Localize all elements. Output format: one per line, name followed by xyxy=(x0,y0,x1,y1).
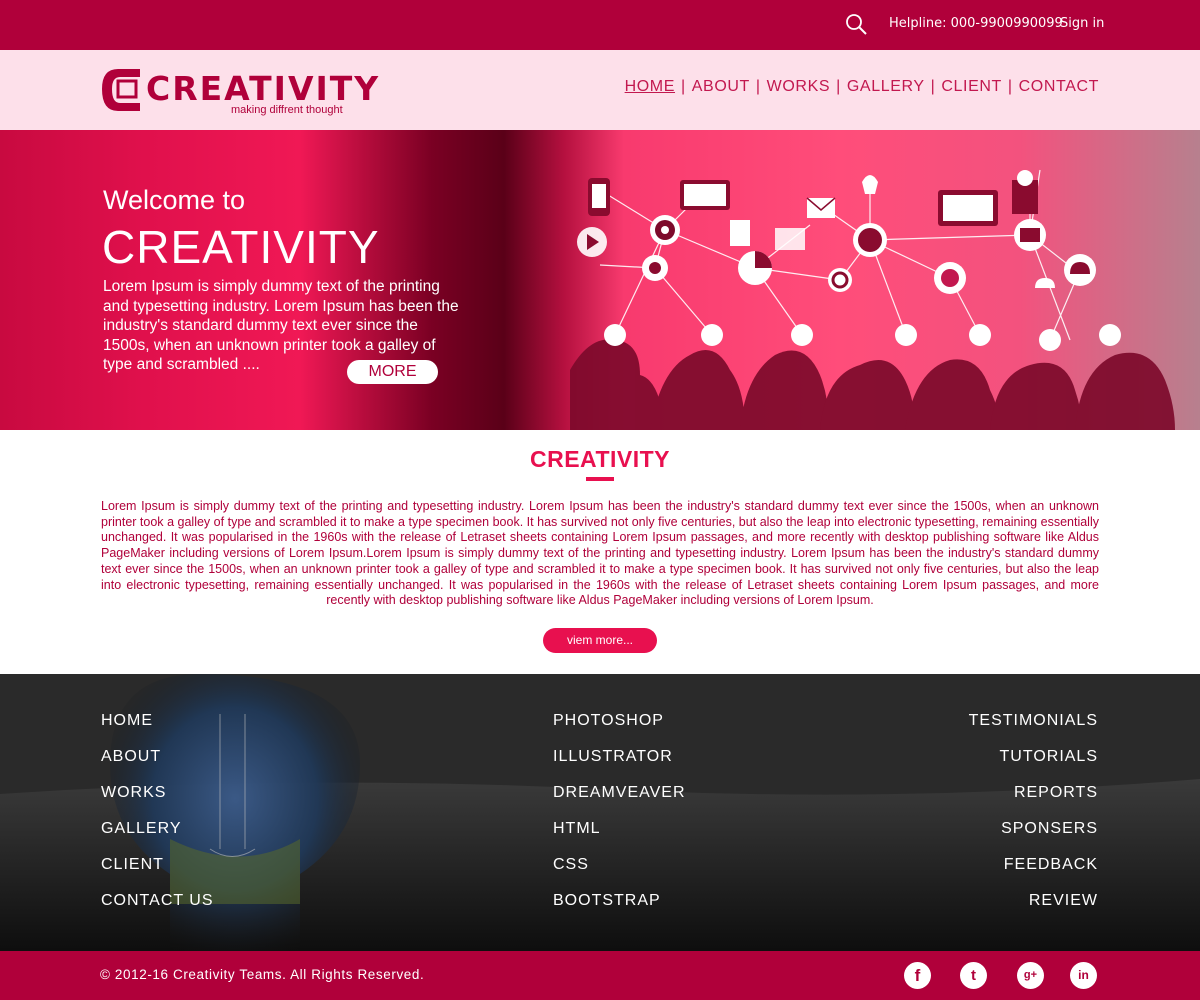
footer-link-dreamweaver[interactable]: DREAMVEAVER xyxy=(553,784,686,820)
facebook-icon[interactable]: f xyxy=(904,962,931,989)
footer-link-gallery[interactable]: GALLERY xyxy=(101,820,214,856)
section-title: CREATIVITY xyxy=(529,446,671,472)
hero-welcome: Welcome to xyxy=(103,185,246,215)
linkedin-glyph: in xyxy=(1078,968,1089,982)
footer-links-section: HOME ABOUT WORKS GALLERY CLIENT CONTACT … xyxy=(0,674,1200,951)
logo-mark-icon xyxy=(102,69,140,111)
nav-separator: | xyxy=(836,78,841,95)
footer-column-pages: HOME ABOUT WORKS GALLERY CLIENT CONTACT … xyxy=(101,712,214,928)
hero-illustration xyxy=(570,169,1175,430)
nav-item-home[interactable]: HOME xyxy=(625,78,675,96)
facebook-glyph: f xyxy=(914,966,921,985)
nav-separator: | xyxy=(681,78,686,95)
view-more-button[interactable]: viem more... xyxy=(543,628,657,653)
top-bar: Helpline: 000-9900990099 Sign in xyxy=(0,0,1200,50)
footer-link-works[interactable]: WORKS xyxy=(101,784,214,820)
footer-link-tutorials[interactable]: TUTORIALS xyxy=(969,748,1098,784)
nav-separator: | xyxy=(1007,78,1013,95)
google-plus-icon[interactable]: g+ xyxy=(1017,962,1044,989)
nav-item-contact[interactable]: CONTACT xyxy=(1019,78,1099,96)
logo[interactable]: CREATIVITY making diffrent thought xyxy=(100,65,378,120)
nav-item-client[interactable]: CLIENT xyxy=(941,78,1002,96)
hero-banner: Welcome to CREATIVITY Lorem Ipsum is sim… xyxy=(0,130,1200,430)
footer-link-reports[interactable]: REPORTS xyxy=(969,784,1098,820)
nav-item-about[interactable]: ABOUT xyxy=(692,78,750,96)
copyright-text: © 2012-16 Creativity Teams. All Rights R… xyxy=(100,967,425,982)
main-nav: HOME | ABOUT | WORKS | GALLERY | CLIENT … xyxy=(625,78,1099,96)
site-header: CREATIVITY making diffrent thought HOME … xyxy=(0,50,1200,130)
helpline-text: Helpline: 000-9900990099 xyxy=(889,16,1063,31)
footer-link-html[interactable]: HTML xyxy=(553,820,686,856)
footer-link-photoshop[interactable]: PHOTOSHOP xyxy=(553,712,686,748)
linkedin-icon[interactable]: in xyxy=(1070,962,1097,989)
twitter-icon[interactable]: t xyxy=(960,962,987,989)
footer-link-illustrator[interactable]: ILLUSTRATOR xyxy=(553,748,686,784)
footer-column-resources: TESTIMONIALS TUTORIALS REPORTS SPONSERS … xyxy=(969,712,1098,928)
footer-link-feedback[interactable]: FEEDBACK xyxy=(969,856,1098,892)
search-icon[interactable] xyxy=(844,12,868,36)
nav-item-gallery[interactable]: GALLERY xyxy=(847,78,925,96)
nav-separator: | xyxy=(755,78,761,95)
sign-in-link[interactable]: Sign in xyxy=(1060,16,1104,31)
footer-link-client[interactable]: CLIENT xyxy=(101,856,214,892)
logo-text: CREATIVITY xyxy=(146,69,381,108)
nav-item-works[interactable]: WORKS xyxy=(767,78,830,96)
google-plus-glyph: g+ xyxy=(1023,969,1038,981)
hero-title: CREATIVITY xyxy=(102,221,380,273)
footer-link-bootstrap[interactable]: BOOTSTRAP xyxy=(553,892,686,928)
section-text: Lorem Ipsum is simply dummy text of the … xyxy=(101,499,1099,608)
nav-separator: | xyxy=(930,78,936,95)
footer-link-about[interactable]: ABOUT xyxy=(101,748,214,784)
footer-link-css[interactable]: CSS xyxy=(553,856,686,892)
logo-tagline: making diffrent thought xyxy=(231,104,343,116)
twitter-glyph: t xyxy=(971,967,976,984)
more-button[interactable]: MORE xyxy=(347,360,438,384)
footer-link-home[interactable]: HOME xyxy=(101,712,214,748)
bottom-bar: © 2012-16 Creativity Teams. All Rights R… xyxy=(0,951,1200,1000)
footer-link-testimonials[interactable]: TESTIMONIALS xyxy=(969,712,1098,748)
footer-link-review[interactable]: REVIEW xyxy=(969,892,1098,928)
footer-column-tools: PHOTOSHOP ILLUSTRATOR DREAMVEAVER HTML C… xyxy=(553,712,686,928)
footer-link-sponsers[interactable]: SPONSERS xyxy=(969,820,1098,856)
title-underline xyxy=(586,477,614,481)
footer-link-contact-us[interactable]: CONTACT US xyxy=(101,892,214,928)
